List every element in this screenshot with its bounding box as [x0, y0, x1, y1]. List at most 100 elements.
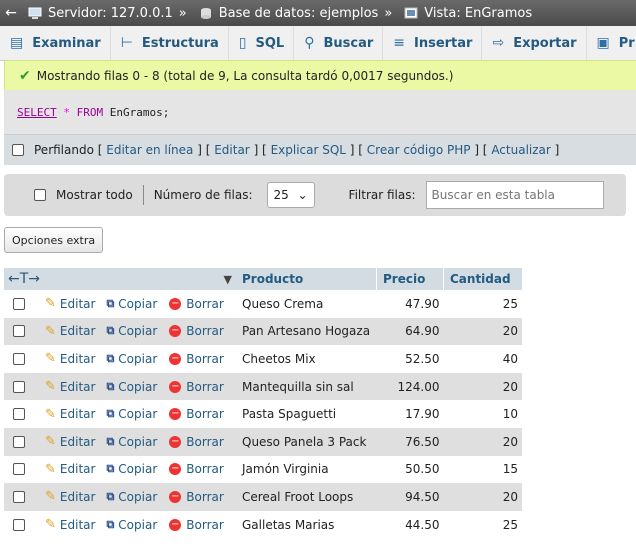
filter-rows-input[interactable]: Buscar en esta tabla: [425, 181, 604, 209]
copy-row-link[interactable]: Copiar: [118, 297, 157, 311]
column-header-precio[interactable]: Precio: [376, 268, 444, 290]
cell-precio[interactable]: 47.90: [376, 290, 444, 318]
copy-row-link[interactable]: Copiar: [118, 352, 157, 366]
create-php-link[interactable]: Crear código PHP: [367, 143, 471, 157]
cell-producto[interactable]: Queso Panela 3 Pack: [236, 427, 377, 456]
cell-producto[interactable]: Jamón Virginia: [236, 455, 377, 484]
edit-link[interactable]: Editar: [214, 143, 250, 157]
row-checkbox[interactable]: [13, 490, 25, 503]
edit-row-link[interactable]: Editar: [60, 435, 96, 449]
sql-icon: ▯: [238, 35, 247, 51]
edit-inline-link[interactable]: Editar en línea: [106, 143, 193, 157]
cell-cantidad[interactable]: 20: [443, 483, 522, 511]
breadcrumb-server[interactable]: Servidor: 127.0.0.1: [48, 6, 173, 21]
cell-cantidad[interactable]: 40: [443, 345, 522, 373]
cell-precio[interactable]: 50.50: [376, 455, 444, 484]
copy-row-link[interactable]: Copiar: [118, 324, 157, 338]
cell-precio[interactable]: 52.50: [376, 345, 444, 373]
cell-precio[interactable]: 124.00: [376, 372, 444, 401]
cell-cantidad[interactable]: 20: [443, 317, 522, 346]
cell-cantidad[interactable]: 25: [443, 510, 522, 539]
row-checkbox[interactable]: [13, 352, 25, 365]
edit-row-link[interactable]: Editar: [60, 324, 96, 338]
delete-row-link[interactable]: Borrar: [186, 518, 224, 532]
row-checkbox[interactable]: [13, 435, 25, 448]
row-checkbox[interactable]: [13, 325, 25, 338]
edit-row-link[interactable]: Editar: [60, 407, 96, 421]
edit-row-link[interactable]: Editar: [60, 518, 96, 532]
cell-cantidad[interactable]: 20: [443, 427, 522, 456]
column-arrows-icon[interactable]: ←T→: [8, 271, 40, 287]
row-checkbox[interactable]: [13, 463, 25, 476]
sql-select-keyword[interactable]: SELECT: [17, 106, 57, 119]
delete-row-link[interactable]: Borrar: [186, 407, 224, 421]
row-checkbox[interactable]: [13, 297, 25, 310]
copy-row-link[interactable]: Copiar: [118, 435, 157, 449]
tab-insertar[interactable]: ≡ Insertar: [383, 26, 483, 60]
cell-producto[interactable]: Mantequilla sin sal: [236, 372, 377, 401]
copy-row-link[interactable]: Copiar: [118, 407, 157, 421]
edit-row-link[interactable]: Editar: [60, 380, 96, 394]
breadcrumb-separator: »: [178, 5, 187, 21]
delete-row-link[interactable]: Borrar: [186, 352, 224, 366]
copy-row-link[interactable]: Copiar: [118, 380, 157, 394]
copy-row-link[interactable]: Copiar: [118, 490, 157, 504]
cell-producto[interactable]: Queso Crema: [236, 290, 377, 318]
success-text: Mostrando filas 0 - 8 (total de 9, La co…: [36, 69, 454, 83]
back-arrow-icon[interactable]: ←: [0, 5, 22, 21]
breadcrumb-view[interactable]: Vista: EnGramos: [424, 6, 532, 21]
delete-row-link[interactable]: Borrar: [186, 490, 224, 504]
cell-cantidad[interactable]: 20: [443, 372, 522, 401]
cell-cantidad[interactable]: 15: [443, 455, 522, 484]
delete-row-link[interactable]: Borrar: [186, 380, 224, 394]
refresh-link[interactable]: Actualizar: [491, 143, 551, 157]
pencil-icon: ✎: [45, 517, 56, 533]
edit-row-link[interactable]: Editar: [60, 297, 96, 311]
row-checkbox[interactable]: [13, 408, 25, 421]
cell-precio[interactable]: 94.50: [376, 483, 444, 511]
insert-icon: ≡: [393, 35, 405, 51]
tab-exportar[interactable]: ⇨ Exportar: [482, 26, 587, 60]
tab-buscar[interactable]: ⚲ Buscar: [294, 26, 384, 60]
delete-icon: −: [169, 463, 182, 476]
delete-row-link[interactable]: Borrar: [186, 297, 224, 311]
cell-producto[interactable]: Galletas Marias: [236, 510, 377, 539]
edit-row-link[interactable]: Editar: [60, 352, 96, 366]
table-row: ✎ Editar ⧉ Copiar − Borrar Galletas Marias 44.5…: [4, 510, 522, 539]
delete-row-link[interactable]: Borrar: [186, 435, 224, 449]
cell-cantidad[interactable]: 25: [443, 290, 522, 318]
copy-row-link[interactable]: Copiar: [118, 462, 157, 476]
show-all-checkbox[interactable]: [34, 189, 46, 201]
row-checkbox[interactable]: [13, 380, 25, 393]
tab-examinar[interactable]: ▤ Examinar: [0, 26, 111, 60]
cell-precio[interactable]: 76.50: [376, 427, 444, 456]
cell-precio[interactable]: 17.90: [376, 400, 444, 428]
delete-row-link[interactable]: Borrar: [186, 324, 224, 338]
column-header-producto[interactable]: Producto: [236, 268, 377, 290]
row-checkbox[interactable]: [13, 518, 25, 531]
extra-options-button[interactable]: Opciones extra: [4, 227, 104, 253]
cell-producto[interactable]: Pasta Spaguetti: [236, 400, 377, 428]
explain-sql-link[interactable]: Explicar SQL: [271, 143, 346, 157]
profiling-checkbox[interactable]: [12, 144, 24, 156]
row-actions: ✎ Editar ⧉ Copiar − Borrar: [4, 290, 236, 318]
edit-row-link[interactable]: Editar: [60, 490, 96, 504]
column-header-cantidad[interactable]: Cantidad: [443, 268, 522, 290]
cell-producto[interactable]: Cereal Froot Loops: [236, 483, 377, 511]
rows-count-select[interactable]: 25 ⌄: [266, 182, 315, 208]
tab-privilegios[interactable]: ▣ Pr: [587, 26, 636, 60]
cell-producto[interactable]: Cheetos Mix: [236, 345, 377, 373]
cell-precio[interactable]: 64.90: [376, 317, 444, 346]
cell-cantidad[interactable]: 10: [443, 400, 522, 428]
tab-estructura[interactable]: ⊢ Estructura: [111, 26, 229, 60]
cell-producto[interactable]: Pan Artesano Hogaza: [236, 317, 377, 346]
delete-row-link[interactable]: Borrar: [186, 462, 224, 476]
edit-row-link[interactable]: Editar: [60, 462, 96, 476]
breadcrumb-database[interactable]: Base de datos: ejemplos: [219, 6, 379, 21]
cell-precio[interactable]: 44.50: [376, 510, 444, 539]
sort-down-icon[interactable]: ▼: [224, 273, 232, 286]
row-actions: ✎ Editar ⧉ Copiar − Borrar: [4, 317, 236, 346]
export-icon: ⇨: [492, 35, 505, 51]
tab-sql[interactable]: ▯ SQL: [229, 26, 295, 60]
copy-row-link[interactable]: Copiar: [118, 518, 157, 532]
